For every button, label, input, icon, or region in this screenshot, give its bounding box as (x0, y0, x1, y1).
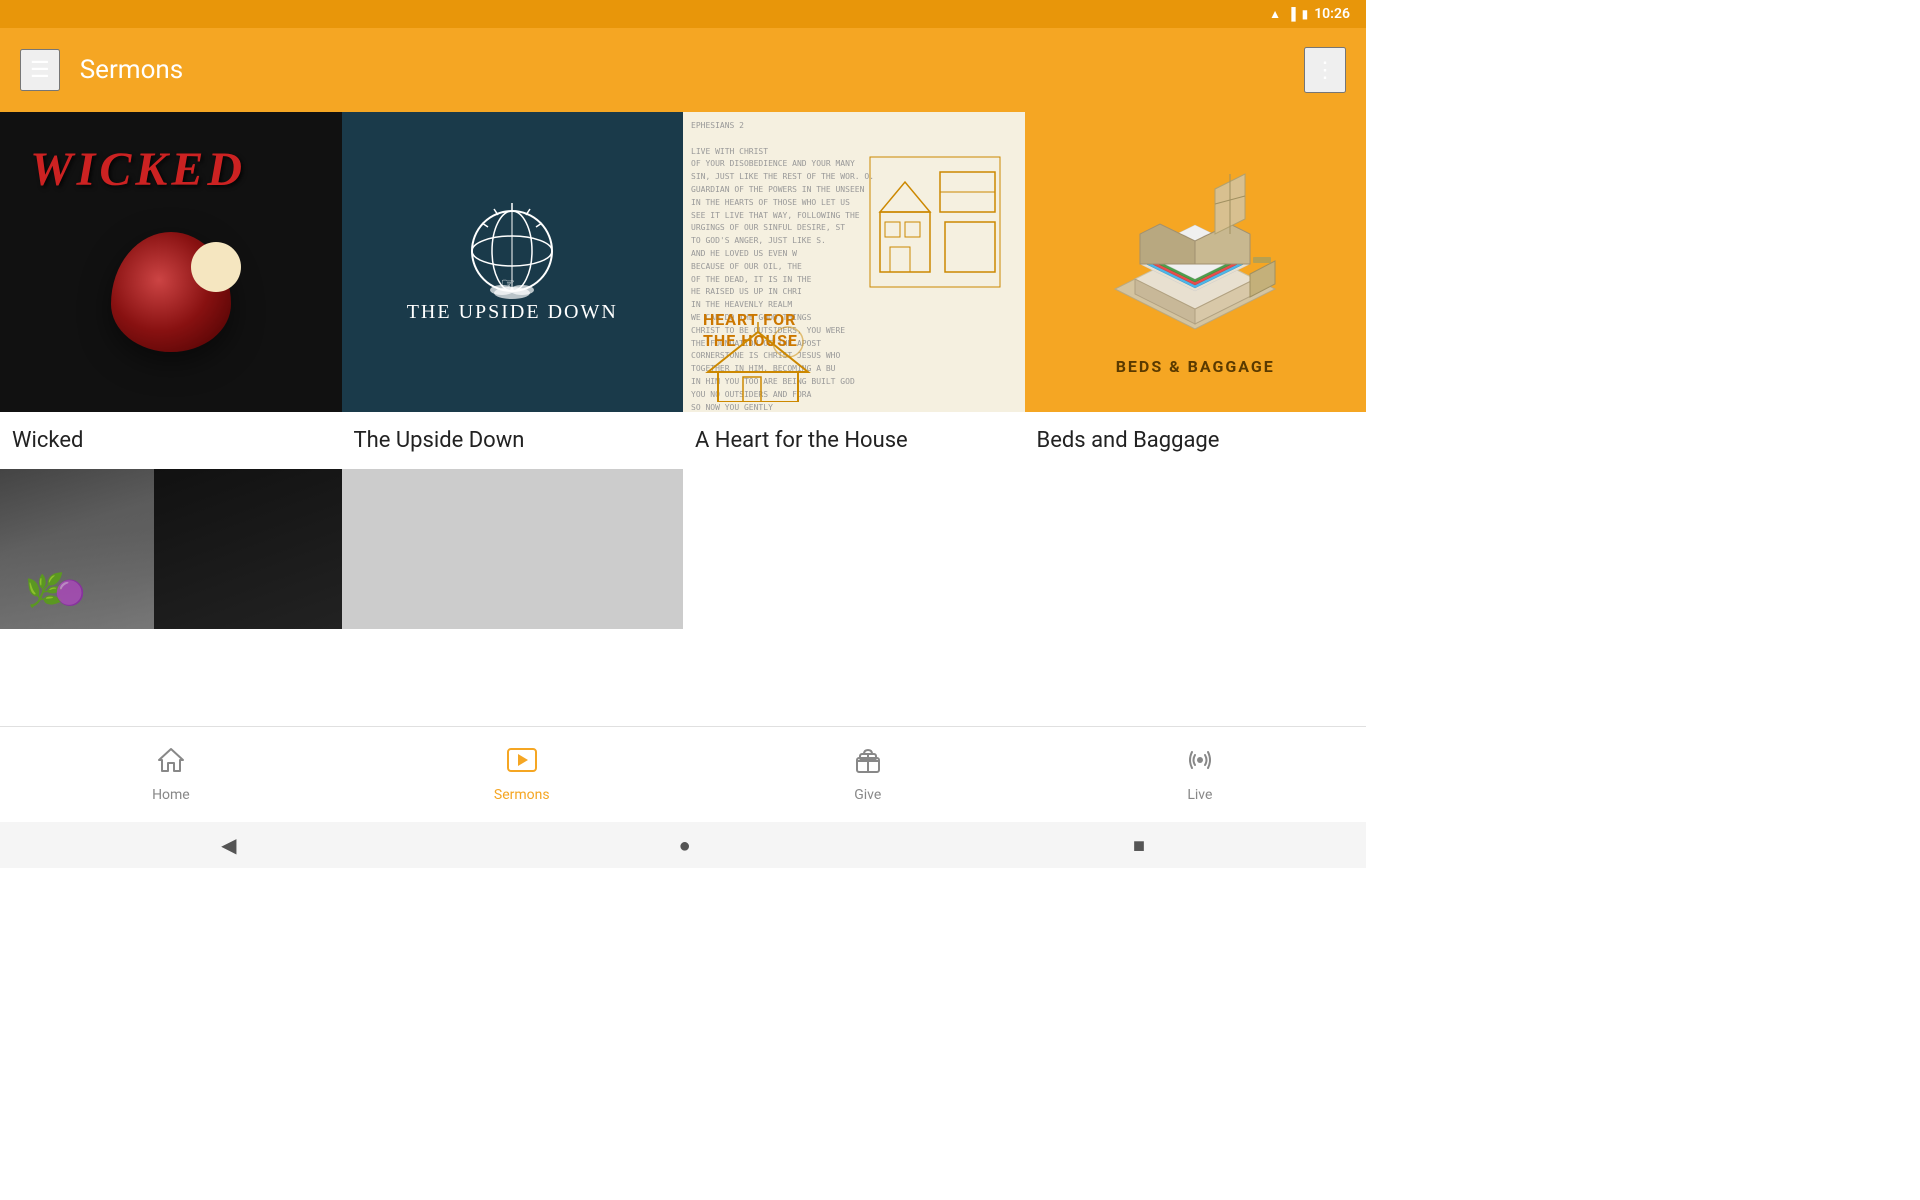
sermons-icon (506, 746, 538, 781)
sermon-card-image-beds-baggage: BEDS & BAGGAGE (1025, 112, 1367, 412)
sermon-card-title-wicked: Wicked (0, 412, 342, 469)
main-content: WICKED Wicked (0, 112, 1366, 756)
status-bar: ▲ ▐ ▮ 10:26 (0, 0, 1366, 28)
sermon-card-heart-house[interactable]: EPHESIANS 2LIVE WITH CHRISTOF YOUR DISOB… (683, 112, 1025, 469)
empty-card-2 (1025, 469, 1367, 629)
sermon-card-empty-2 (1025, 469, 1367, 629)
more-options-button[interactable]: ⋮ (1304, 47, 1346, 93)
give-icon (854, 746, 882, 781)
sermon-card-image-upside-down: ☞ THE UPSIDE DOWN (342, 112, 684, 412)
heart-house-blueprint (865, 152, 1005, 296)
menu-button[interactable]: ☰ (20, 49, 60, 91)
nav-label-give: Give (854, 787, 881, 803)
wicked-title-graphic: WICKED (30, 142, 246, 197)
system-navigation-bar: ◀ ● ■ (0, 822, 1366, 868)
sermon-card-dark-landscape[interactable]: 🌿 🟣 (0, 469, 342, 629)
beds-baggage-series-label: BEDS & BAGGAGE (1116, 357, 1275, 376)
globe-icon: ☞ (462, 201, 562, 301)
sermon-grid-row1: WICKED Wicked (0, 112, 1366, 469)
wifi-icon: ▲ (1269, 7, 1281, 21)
sermon-card-wicked[interactable]: WICKED Wicked (0, 112, 342, 469)
gray-placeholder-image (342, 469, 684, 629)
sermon-card-empty-1 (683, 469, 1025, 629)
sermon-card-image-wicked: WICKED (0, 112, 342, 412)
sermon-card-gray[interactable] (342, 469, 684, 629)
sermon-card-beds-baggage[interactable]: BEDS & BAGGAGE Beds and Baggage (1025, 112, 1367, 469)
status-icons: ▲ ▐ ▮ 10:26 (1269, 6, 1350, 22)
svg-text:☞: ☞ (501, 274, 515, 293)
back-button[interactable]: ◀ (221, 833, 236, 857)
sermon-card-image-heart-house: EPHESIANS 2LIVE WITH CHRISTOF YOUR DISOB… (683, 112, 1025, 412)
recent-apps-button[interactable]: ■ (1133, 833, 1145, 858)
nav-item-give[interactable]: Give (814, 738, 922, 811)
sermon-card-title-heart-house: A Heart for the House (683, 412, 1025, 469)
home-icon (157, 746, 185, 781)
sermon-card-title-beds-baggage: Beds and Baggage (1025, 412, 1367, 469)
app-bar: ☰ Sermons ⋮ (0, 28, 1366, 112)
nav-label-live: Live (1187, 787, 1212, 803)
sermon-card-upside-down[interactable]: ☞ THE UPSIDE DOWN The Upside Down (342, 112, 684, 469)
bed-illustration (1085, 149, 1305, 349)
live-icon (1186, 746, 1214, 781)
nav-item-home[interactable]: Home (112, 738, 230, 811)
signal-icon: ▐ (1287, 7, 1296, 21)
dark-landscape-image: 🌿 🟣 (0, 469, 342, 629)
status-time: 10:26 (1314, 6, 1350, 22)
battery-icon: ▮ (1302, 7, 1309, 21)
nav-label-home: Home (152, 787, 190, 803)
house-sketch (698, 322, 818, 402)
nav-item-sermons[interactable]: Sermons (454, 738, 590, 811)
home-system-button[interactable]: ● (679, 833, 691, 858)
sermon-grid-row2: 🌿 🟣 (0, 469, 1366, 629)
nav-item-live[interactable]: Live (1146, 738, 1254, 811)
purple-element: 🟣 (55, 579, 85, 607)
bottom-navigation: Home Sermons Give (0, 726, 1366, 822)
nav-label-sermons: Sermons (494, 787, 550, 803)
apple-visual (111, 232, 231, 352)
page-title: Sermons (80, 55, 1304, 85)
dark-right (154, 469, 342, 629)
empty-card-1 (683, 469, 1025, 629)
upside-down-series-text: THE UPSIDE DOWN (391, 301, 634, 324)
sermon-card-title-upside-down: The Upside Down (342, 412, 684, 469)
apple-bite (191, 242, 241, 292)
